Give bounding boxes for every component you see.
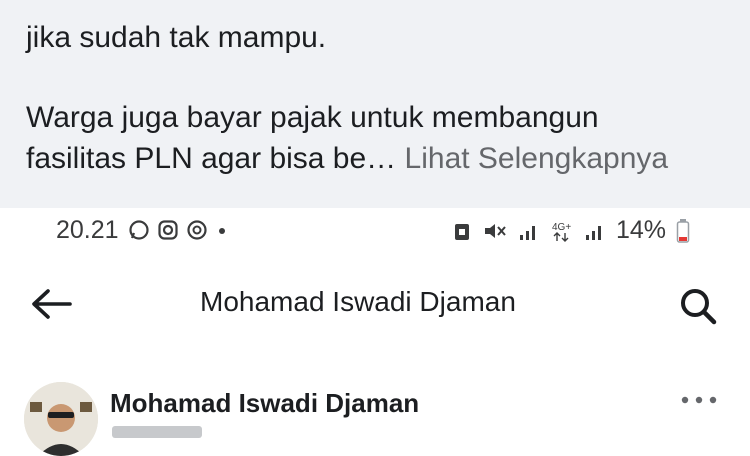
arrow-left-icon[interactable] — [28, 286, 74, 322]
dot-icon — [219, 228, 225, 234]
post-author-row: Mohamad Iswadi Djaman — [0, 370, 750, 456]
battery-percent: 14% — [615, 216, 666, 244]
signal-icon — [519, 225, 535, 240]
post-text-truncated: fasilitas PLN agar bisa be… — [26, 142, 397, 175]
post-body: jika sudah tak mampu. Warga juga bayar p… — [0, 0, 750, 210]
status-bar: 20.21 4G+ 14% — [0, 208, 750, 254]
search-icon[interactable] — [676, 284, 720, 328]
whatsapp-icon — [129, 220, 149, 240]
see-more-link[interactable]: Lihat Selengkapnya — [405, 142, 669, 175]
notification-icon — [187, 220, 207, 240]
post-text-line: fasilitas PLN agar bisa be… Lihat Seleng… — [26, 141, 668, 177]
instagram-icon — [158, 220, 178, 240]
profile-photo-icon — [24, 382, 98, 456]
svg-text:4G+: 4G+ — [552, 222, 571, 233]
network-4g-icon: 4G+ — [552, 222, 571, 242]
battery-icon — [676, 218, 690, 243]
signal-icon — [585, 225, 601, 240]
page-header: Mohamad Iswadi Djaman — [0, 272, 750, 336]
avatar[interactable] — [24, 382, 98, 456]
more-options-icon[interactable] — [676, 392, 722, 408]
post-meta-placeholder — [112, 426, 202, 438]
status-notification-icons — [128, 219, 229, 241]
alarm-icon — [454, 223, 469, 240]
mute-icon — [484, 223, 506, 238]
page-title: Mohamad Iswadi Djaman — [200, 286, 516, 317]
post-text-line: Warga juga bayar pajak untuk membangun — [26, 101, 599, 134]
post-text-line: jika sudah tak mampu. — [26, 21, 327, 54]
status-time: 20.21 — [56, 216, 119, 244]
status-system-icons: 4G+ 14% — [452, 216, 690, 245]
author-name[interactable]: Mohamad Iswadi Djaman — [110, 388, 419, 419]
